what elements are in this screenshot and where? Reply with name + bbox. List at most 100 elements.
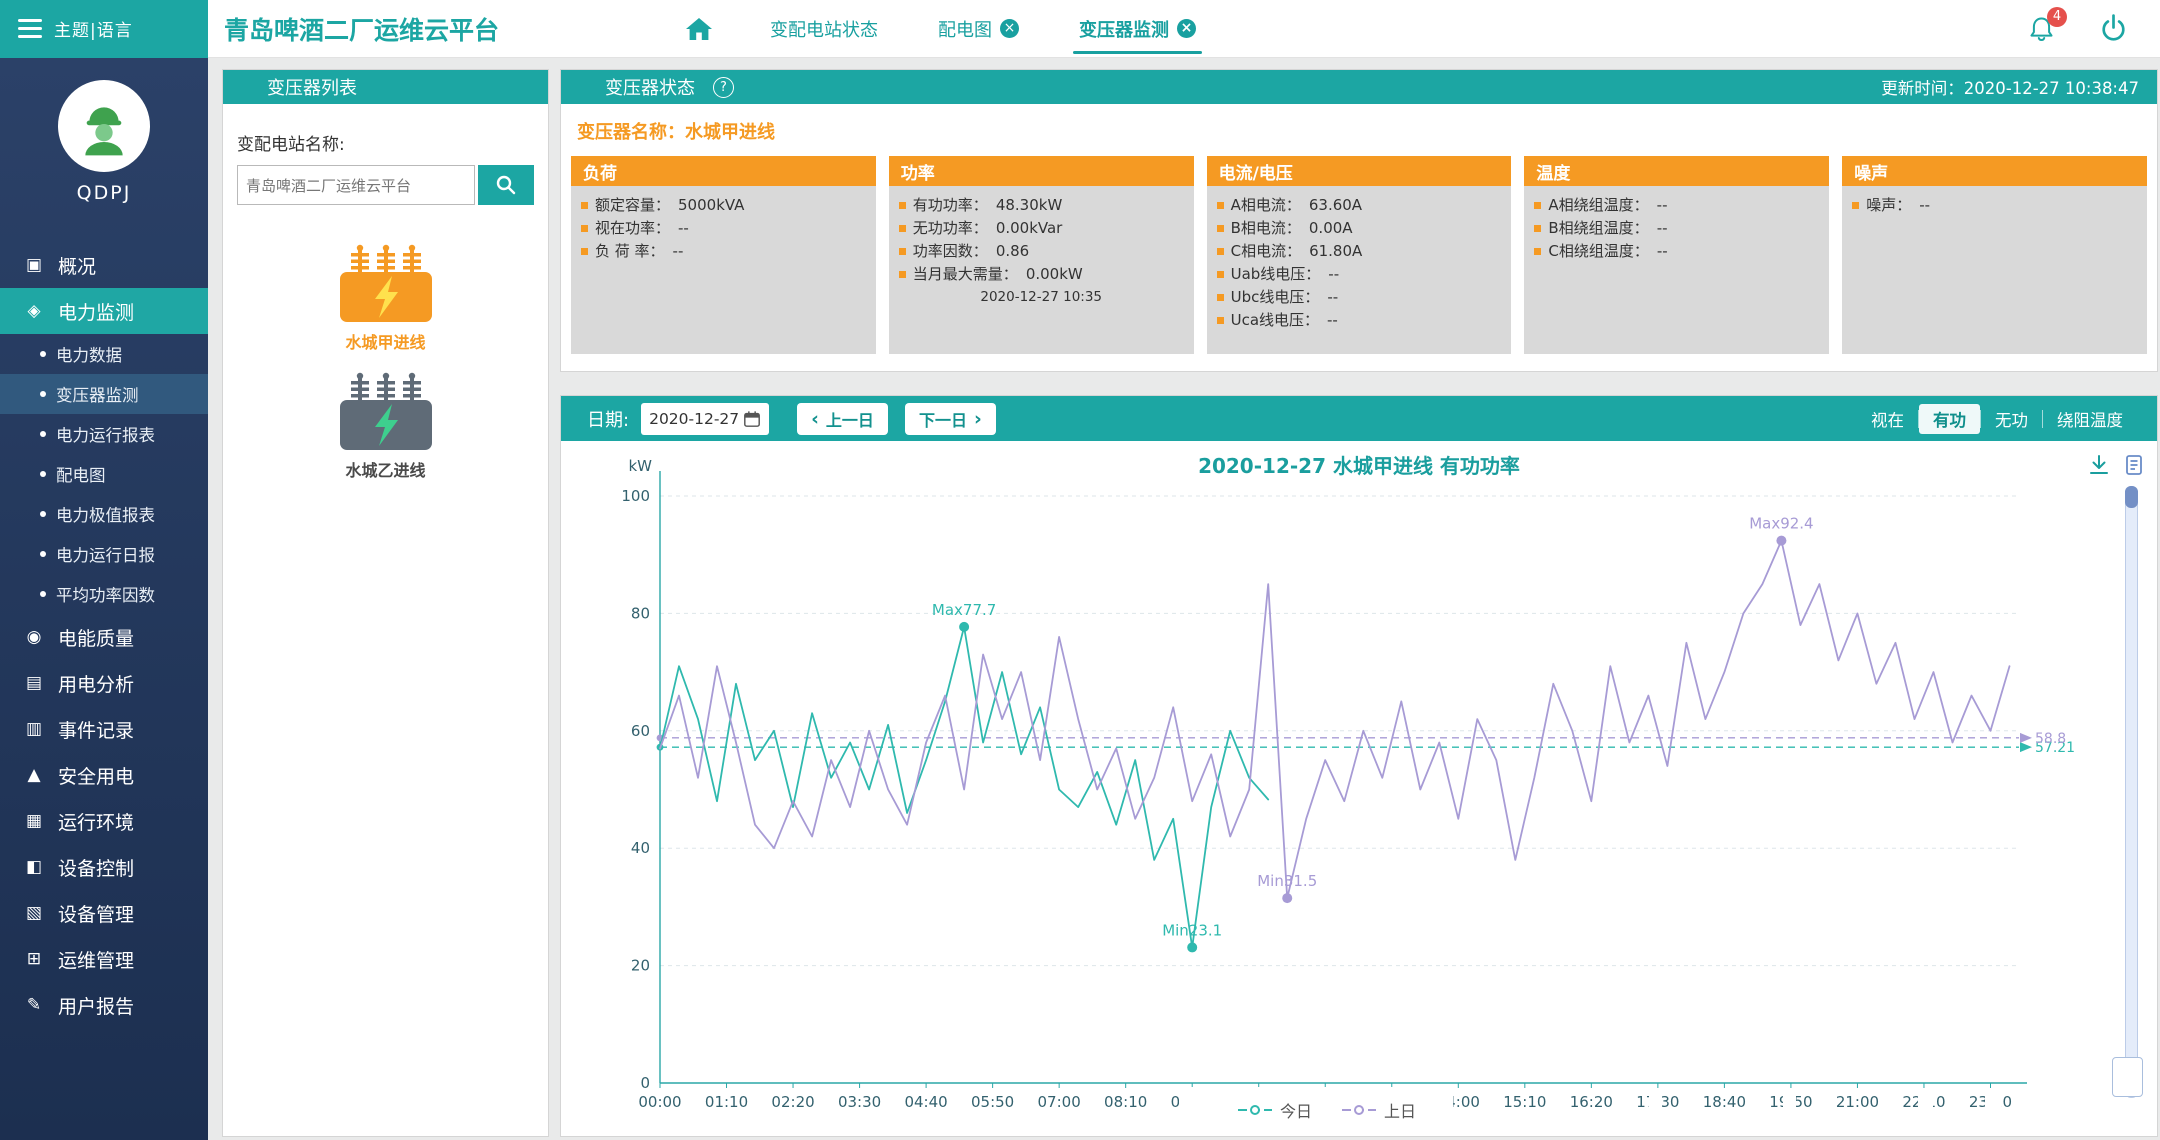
home-button[interactable] (684, 15, 714, 43)
x-tick-label: 05:50 (971, 1093, 1014, 1111)
zoom-slider-handle[interactable] (2125, 486, 2138, 508)
card-row-value: -- (1327, 309, 1338, 332)
sidebar-item-electricity-analysis[interactable]: ▤用电分析 (0, 660, 208, 706)
card-row-value: -- (1327, 286, 1338, 309)
sidebar-item-distribution-diagram[interactable]: 配电图 (0, 454, 208, 494)
sidebar-item-power-operation-report[interactable]: 电力运行报表 (0, 414, 208, 454)
tab-substation-status[interactable]: 变配电站状态 (770, 0, 878, 58)
sidebar-item-device-management[interactable]: ▧设备管理 (0, 890, 208, 936)
sidebar-item-overview[interactable]: ▣概况 (0, 242, 208, 288)
search-button[interactable] (478, 165, 534, 205)
hamburger-icon[interactable] (18, 19, 42, 38)
sidebar-item-label: 事件记录 (58, 716, 134, 743)
sidebar-item-transformer-monitoring[interactable]: 变压器监测 (0, 374, 208, 414)
y-tick-label: 20 (631, 957, 650, 975)
card-row: Ubc线电压：-- (1217, 286, 1502, 309)
sidebar-item-avg-power-factor[interactable]: 平均功率因数 (0, 574, 208, 614)
zoom-slider[interactable] (2125, 486, 2138, 1098)
sidebar-item-operating-environment[interactable]: ▦运行环境 (0, 798, 208, 844)
card-row-value: -- (1919, 194, 1930, 217)
sidebar-item-operation-management[interactable]: ⊞运维管理 (0, 936, 208, 982)
watermark-overlay (1985, 1091, 2001, 1110)
data-view-icon[interactable] (2123, 454, 2145, 476)
legend-item-today[interactable]: 今日 (1238, 1098, 1312, 1122)
mode-winding-temperature[interactable]: 绕阻温度 (2043, 404, 2137, 434)
card-row-value: 0.86 (996, 240, 1029, 263)
sidebar-item-device-control[interactable]: ◧设备控制 (0, 844, 208, 890)
mode-apparent-power[interactable]: 视在 (1857, 404, 1918, 434)
close-icon[interactable]: × (1177, 19, 1196, 38)
status-card-body: 额定容量：5000kVA视在功率：--负 荷 率：-- (571, 186, 876, 271)
username: QDPJ (0, 182, 208, 204)
card-row-value: 0.00kVar (996, 217, 1063, 240)
y-tick-label: 60 (631, 722, 650, 740)
card-row-label: C相电流： (1231, 240, 1301, 263)
sidebar-item-user-report[interactable]: ✎用户报告 (0, 982, 208, 1028)
bullet-icon (581, 225, 588, 232)
bullet-icon (1534, 202, 1541, 209)
transformer-list-title: 变压器列表 (223, 70, 548, 104)
bullet-icon (40, 551, 46, 557)
sidebar-item-power-extreme-report[interactable]: 电力极值报表 (0, 494, 208, 534)
status-card: 负荷额定容量：5000kVA视在功率：--负 荷 率：-- (571, 156, 876, 354)
mode-active-power[interactable]: 有功 (1919, 404, 1980, 434)
card-row: 噪声：-- (1852, 194, 2137, 217)
transformer-icon (334, 243, 438, 325)
search-input[interactable] (237, 165, 475, 205)
sidebar-item-label: 配电图 (56, 462, 106, 486)
transformer-item-1[interactable]: 水城甲进线 (223, 243, 548, 353)
power-icon[interactable] (2097, 12, 2130, 45)
power-line-chart[interactable]: 020406080100kW00:0001:1002:2003:3004:400… (561, 441, 2157, 1138)
next-day-button[interactable]: 下一日› (905, 403, 996, 435)
y-tick-label: 100 (621, 487, 650, 505)
close-icon[interactable]: × (1000, 19, 1019, 38)
sidebar-item-event-records[interactable]: ▥ 事件记录 (0, 706, 208, 752)
sidebar-item-power-data[interactable]: 电力数据 (0, 334, 208, 374)
sidebar-item-power-daily-report[interactable]: 电力运行日报 (0, 534, 208, 574)
card-row: C相电流：61.80A (1217, 240, 1502, 263)
date-picker[interactable]: 2020-12-27 (641, 403, 769, 435)
status-card-title: 负荷 (571, 156, 876, 186)
transformer-status-panel: 变压器状态 ? 更新时间：2020-12-27 10:38:47 变压器名称：水… (560, 69, 2158, 372)
event-records-icon: ▥ (22, 719, 46, 739)
sidebar-item-power-quality[interactable]: ◉电能质量 (0, 614, 208, 660)
legend-label: 上日 (1384, 1098, 1416, 1122)
prev-day-button[interactable]: ‹上一日 (797, 403, 888, 435)
card-row-value: 0.00A (1309, 217, 1353, 240)
update-time-label: 更新时间： (1881, 79, 1964, 98)
notifications-button[interactable]: 4 (2026, 14, 2057, 44)
mode-reactive-power[interactable]: 无功 (1981, 404, 2042, 434)
transformer-item-2[interactable]: 水城乙进线 (223, 371, 548, 481)
power-monitoring-icon: ◈ (22, 301, 46, 321)
topbar-actions: 4 (2026, 12, 2160, 45)
theme-language-link[interactable]: 主题|语言 (54, 16, 133, 41)
transformer-list: 水城甲进线水城乙进线 (223, 243, 548, 481)
bullet-icon (581, 248, 588, 255)
x-tick-label: 04:40 (904, 1093, 947, 1111)
transformer-name-row: 变压器名称：水城甲进线 (577, 118, 2157, 144)
tab-transformer-monitoring[interactable]: 变压器监测× (1079, 0, 1196, 58)
sidebar-item-safe-electricity[interactable]: ▲安全用电 (0, 752, 208, 798)
sidebar-item-power-monitoring[interactable]: ◈电力监测 (0, 288, 208, 334)
status-card-title: 功率 (889, 156, 1194, 186)
card-row-label: B相电流： (1231, 217, 1301, 240)
sidebar-item-label: 设备控制 (58, 854, 134, 881)
help-icon[interactable]: ? (713, 77, 734, 98)
avg-line-arrow (2020, 742, 2032, 752)
legend-item-yesterday[interactable]: 上日 (1342, 1098, 1416, 1122)
tab-distribution-diagram[interactable]: 配电图× (938, 0, 1019, 58)
card-row-value: -- (1328, 263, 1339, 286)
electricity-analysis-icon: ▤ (22, 673, 46, 693)
search-icon (495, 174, 517, 196)
card-row-value: -- (678, 217, 689, 240)
chart-title: 2020-12-27 水城甲进线 有功功率 (561, 450, 2157, 479)
card-row-label: 有功功率： (913, 194, 988, 217)
user-profile: QDPJ (0, 58, 208, 204)
download-icon[interactable] (2088, 454, 2110, 476)
avatar[interactable] (58, 80, 150, 172)
card-row-value: 63.60A (1309, 194, 1362, 217)
zoom-slider-box[interactable] (2112, 1057, 2143, 1097)
card-row-value: -- (1657, 240, 1668, 263)
bullet-icon (899, 248, 906, 255)
watermark-overlay (1783, 1091, 1796, 1110)
